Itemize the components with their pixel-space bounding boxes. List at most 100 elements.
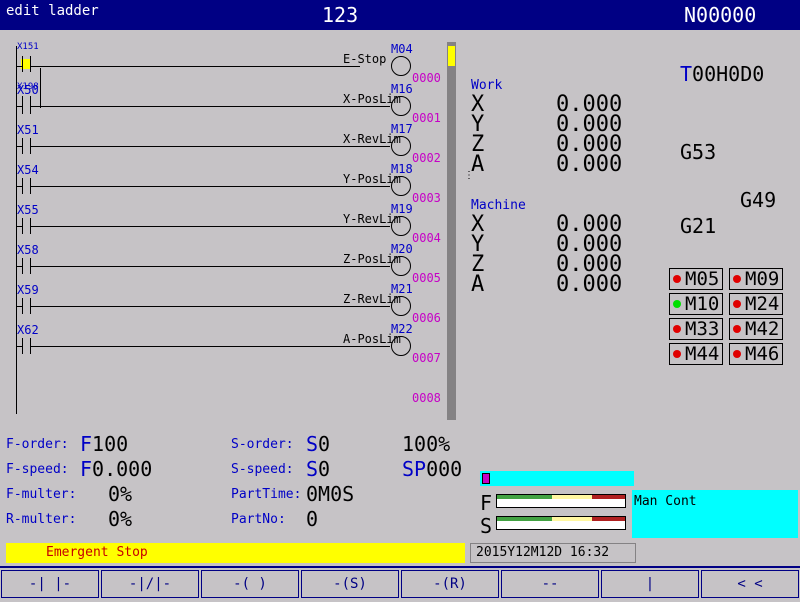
f-order-value: F100: [80, 432, 129, 456]
contact-symbol[interactable]: [22, 298, 23, 314]
spindle-override-label: S: [480, 514, 493, 538]
part-no-value: 0: [306, 507, 319, 531]
contact-symbol[interactable]: [22, 218, 23, 234]
contact-label: X54: [17, 163, 39, 177]
softkey-4[interactable]: -(S): [301, 570, 399, 598]
status-led-icon: [733, 325, 741, 333]
f-order-label: F-order:: [6, 437, 69, 452]
spindle-override-bar: [496, 516, 626, 530]
softkey-7[interactable]: |: [601, 570, 699, 598]
s-speed-value: S0: [306, 457, 331, 481]
coil-symbol[interactable]: [391, 256, 411, 276]
coil-symbol[interactable]: [391, 296, 411, 316]
ladder-diagram[interactable]: X151 X198 0008 E-Stop M04 0000 X50 X-PosLim M…: [0, 32, 465, 424]
m-code-label: M09: [745, 268, 780, 290]
work-coords-label: Work: [471, 78, 503, 93]
contact-label: X55: [17, 203, 39, 217]
status-led-icon: [673, 350, 681, 358]
ladder-scrollbar[interactable]: [447, 42, 456, 420]
coil-address: M20: [391, 242, 413, 256]
g-code-tool-length: G49: [740, 188, 777, 212]
m-code-label: M24: [745, 293, 780, 315]
contact-label: X50: [17, 83, 39, 97]
g-code-units: G21: [680, 214, 717, 238]
part-time-label: PartTime:: [231, 487, 302, 502]
coil-address: M21: [391, 282, 413, 296]
m-code-label: M10: [685, 293, 720, 315]
f-multer-label: F-multer:: [6, 487, 77, 502]
m-code-m10: M10: [669, 293, 723, 315]
coil-symbol[interactable]: [391, 336, 411, 356]
line-number: 0003: [412, 191, 441, 205]
m-code-m46: M46: [729, 343, 783, 365]
s-order-label: S-order:: [231, 437, 294, 452]
coil-address: M04: [391, 42, 413, 56]
coil-address: M19: [391, 202, 413, 216]
f-multer-value: 0%: [108, 482, 133, 506]
softkey-8[interactable]: < <: [701, 570, 799, 598]
coil-symbol[interactable]: [391, 96, 411, 116]
line-number: 0006: [412, 311, 441, 325]
contact-label: X59: [17, 283, 39, 297]
alarm-bar: Emergent Stop: [6, 543, 465, 563]
coil-symbol[interactable]: [391, 136, 411, 156]
contact-symbol[interactable]: [22, 258, 23, 274]
axis-value: 0.000: [556, 272, 623, 297]
status-led-icon: [733, 300, 741, 308]
coil-symbol[interactable]: [391, 216, 411, 236]
title-bar: edit ladder 123 N00000: [0, 0, 800, 30]
rung-wire: [30, 266, 390, 267]
line-number: 0000: [412, 71, 441, 85]
f-speed-value: F0.000: [80, 457, 153, 481]
status-led-icon: [673, 300, 681, 308]
coil-symbol[interactable]: [391, 176, 411, 196]
line-number: 0007: [412, 351, 441, 365]
scrollbar-thumb[interactable]: [448, 46, 455, 66]
axis-label: A: [471, 152, 485, 177]
spindle-percent: 100%: [402, 432, 451, 456]
contact-symbol[interactable]: [22, 338, 23, 354]
s-order-value: S0: [306, 432, 331, 456]
line-number: 0008: [412, 391, 441, 405]
m-code-m33: M33: [669, 318, 723, 340]
coil-name: E-Stop: [343, 52, 387, 66]
rung-wire: [30, 346, 390, 347]
m-code-m24: M24: [729, 293, 783, 315]
r-multer-label: R-multer:: [6, 512, 77, 527]
m-code-m42: M42: [729, 318, 783, 340]
status-led-icon: [673, 325, 681, 333]
m-code-label: M44: [685, 343, 720, 365]
coil-address: M16: [391, 82, 413, 96]
coil-address: M18: [391, 162, 413, 176]
softkey-5[interactable]: -(R): [401, 570, 499, 598]
contact-symbol[interactable]: [22, 138, 23, 154]
softkey-1[interactable]: -| |-: [1, 570, 99, 598]
machine-coords-label: Machine: [471, 198, 526, 213]
s-speed-label: S-speed:: [231, 462, 294, 477]
rung-wire: [30, 306, 390, 307]
m-code-m09: M09: [729, 268, 783, 290]
block-number: N00000: [684, 3, 757, 27]
contact-symbol[interactable]: [22, 178, 23, 194]
coil-symbol[interactable]: [391, 56, 411, 76]
softkey-2[interactable]: -|/|-: [101, 570, 199, 598]
m-code-m05: M05: [669, 268, 723, 290]
m-code-label: M46: [745, 343, 780, 365]
coil-address: M17: [391, 122, 413, 136]
contact-label: X58: [17, 243, 39, 257]
mode-title: edit ladder: [6, 3, 99, 19]
softkey-6[interactable]: --: [501, 570, 599, 598]
line-number: 0004: [412, 231, 441, 245]
line-number: 0005: [412, 271, 441, 285]
softkey-3[interactable]: -( ): [201, 570, 299, 598]
m-code-label: M42: [745, 318, 780, 340]
contact-label: X151: [17, 42, 39, 52]
status-led-icon: [733, 275, 741, 283]
feed-override-label: F: [480, 491, 493, 515]
spindle-value: SP000: [402, 457, 463, 481]
program-number: 123: [322, 3, 359, 27]
softkey-bar: -| |- -|/|- -( ) -(S) -(R) -- | < <: [0, 566, 800, 602]
axis-value: 0.000: [556, 152, 623, 177]
contact-symbol[interactable]: [22, 98, 23, 114]
status-led-icon: [673, 275, 681, 283]
